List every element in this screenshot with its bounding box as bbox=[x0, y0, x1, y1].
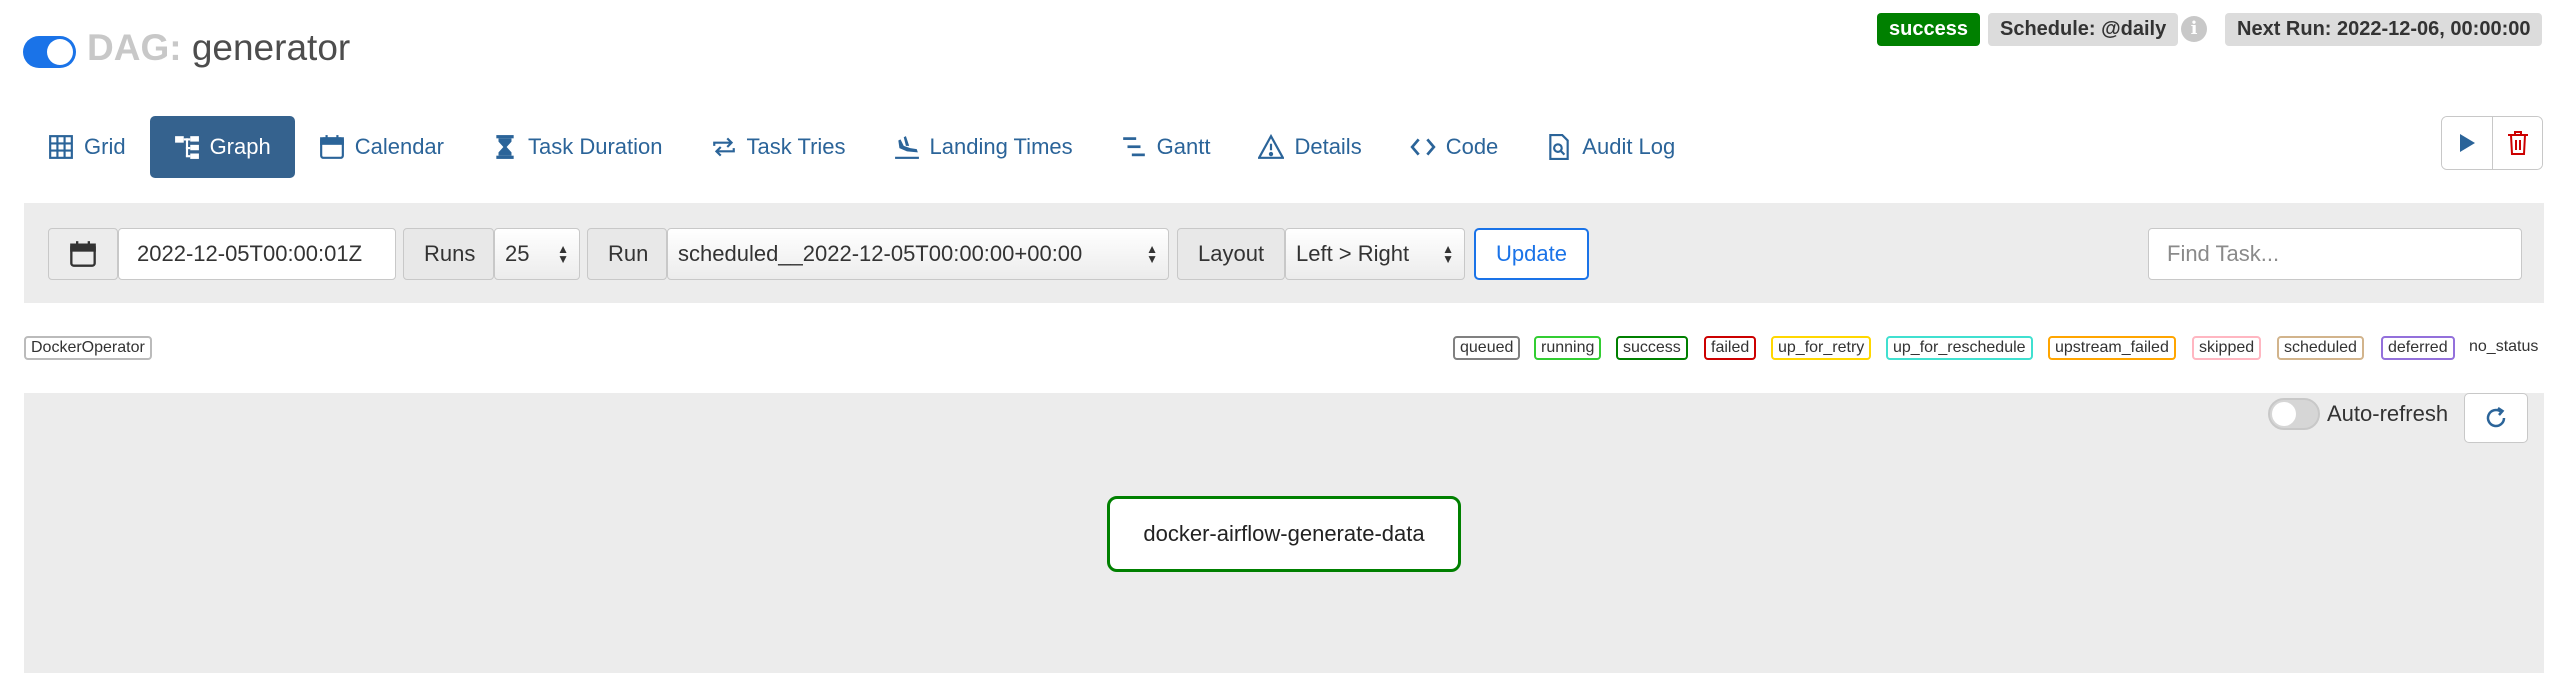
calendar-icon bbox=[70, 241, 96, 267]
landing-icon bbox=[894, 136, 919, 159]
operator-legend-docker: DockerOperator bbox=[24, 336, 152, 360]
state-legend-running[interactable]: running bbox=[1534, 336, 1602, 360]
tab-label: Details bbox=[1294, 134, 1362, 159]
tab-graph[interactable]: Graph bbox=[149, 116, 295, 178]
graph-controls: 2022-12-05T00:00:01Z Runs 25 ▲ ▼ Run sche… bbox=[24, 203, 2544, 303]
state-legend-queued[interactable]: queued bbox=[1453, 336, 1521, 360]
tab-label: Task Tries bbox=[746, 134, 846, 159]
date-picker-button[interactable] bbox=[48, 228, 118, 280]
state-legend-up-for-reschedule[interactable]: up_for_reschedule bbox=[1886, 336, 2033, 360]
runs-select[interactable]: 25 ▲ ▼ bbox=[494, 228, 580, 280]
gantt-icon bbox=[1122, 137, 1145, 157]
tab-code[interactable]: Code bbox=[1386, 116, 1523, 178]
retry-icon bbox=[712, 137, 735, 157]
state-legend-failed[interactable]: failed bbox=[1704, 336, 1757, 360]
tab-label: Landing Times bbox=[929, 134, 1073, 159]
auto-refresh-label: Auto-refresh bbox=[2327, 401, 2449, 426]
tab-grid[interactable]: Grid bbox=[24, 116, 150, 178]
state-legend-upstream-failed[interactable]: upstream_failed bbox=[2048, 336, 2176, 360]
tab-label: Grid bbox=[84, 134, 126, 159]
warning-triangle-icon bbox=[1258, 134, 1285, 159]
dag-active-toggle[interactable] bbox=[23, 36, 76, 68]
tab-landing-times[interactable]: Landing Times bbox=[870, 116, 1097, 178]
run-value: scheduled__2022-12-05T00:00:00+00:00 bbox=[678, 241, 1083, 266]
tab-label: Code bbox=[1445, 134, 1499, 159]
state-legend-success[interactable]: success bbox=[1616, 336, 1688, 360]
auto-refresh-toggle[interactable] bbox=[2268, 398, 2320, 430]
base-date-input[interactable]: 2022-12-05T00:00:01Z bbox=[118, 228, 396, 280]
state-legend-deferred[interactable]: deferred bbox=[2381, 336, 2455, 360]
find-task-input[interactable]: Find Task... bbox=[2148, 228, 2522, 280]
tab-task-tries[interactable]: Task Tries bbox=[687, 116, 870, 178]
refresh-button[interactable] bbox=[2464, 393, 2528, 443]
state-legend-up-for-retry[interactable]: up_for_retry bbox=[1771, 336, 1872, 360]
audit-log-icon bbox=[1549, 134, 1570, 160]
trash-icon bbox=[2507, 131, 2528, 155]
play-icon bbox=[2460, 134, 2475, 152]
graph-icon bbox=[174, 136, 199, 159]
hourglass-icon bbox=[496, 135, 514, 159]
tab-label: Gantt bbox=[1156, 134, 1211, 159]
tab-calendar[interactable]: Calendar bbox=[295, 116, 468, 178]
code-icon bbox=[1410, 138, 1436, 156]
state-legend-skipped[interactable]: skipped bbox=[2192, 336, 2262, 360]
info-icon[interactable]: i bbox=[2181, 16, 2207, 42]
tab-label: Audit Log bbox=[1582, 134, 1676, 159]
tab-label: Task Duration bbox=[528, 134, 663, 159]
delete-dag-button[interactable] bbox=[2492, 117, 2542, 169]
schedule-badge: Schedule: @daily bbox=[1988, 13, 2179, 46]
tab-task-duration[interactable]: Task Duration bbox=[468, 116, 687, 178]
update-button[interactable]: Update bbox=[1474, 228, 1589, 280]
run-label: Run bbox=[587, 228, 667, 280]
dag-nav-tabs: Grid Graph Calendar Task Duration Task T… bbox=[24, 116, 1699, 178]
next-run-badge: Next Run: 2022-12-06, 00:00:00 bbox=[2225, 13, 2543, 46]
tab-label: Graph bbox=[209, 134, 271, 159]
select-arrows-icon: ▲ ▼ bbox=[1146, 242, 1158, 266]
select-arrows-icon: ▲ ▼ bbox=[557, 242, 569, 266]
grid-icon bbox=[49, 135, 73, 159]
layout-label: Layout bbox=[1177, 228, 1285, 280]
state-legend-scheduled[interactable]: scheduled bbox=[2277, 336, 2364, 360]
dag-prefix: DAG: bbox=[87, 27, 182, 68]
calendar-icon bbox=[319, 135, 344, 159]
dag-name: generator bbox=[191, 27, 351, 68]
refresh-icon bbox=[2486, 406, 2506, 428]
tab-details[interactable]: Details bbox=[1234, 116, 1385, 178]
tab-audit-log[interactable]: Audit Log bbox=[1522, 116, 1699, 178]
layout-select[interactable]: Left > Right ▲ ▼ bbox=[1285, 228, 1465, 280]
layout-value: Left > Right bbox=[1296, 241, 1410, 266]
page-title: DAG: generator bbox=[87, 26, 350, 70]
runs-value: 25 bbox=[505, 241, 530, 266]
run-select[interactable]: scheduled__2022-12-05T00:00:00+00:00 ▲ ▼ bbox=[667, 228, 1169, 280]
tab-gantt[interactable]: Gantt bbox=[1097, 116, 1235, 178]
toggle-knob bbox=[2272, 402, 2296, 426]
toggle-knob bbox=[47, 39, 73, 65]
state-legend-no-status[interactable]: no_status bbox=[2469, 338, 2538, 356]
runs-label: Runs bbox=[403, 228, 494, 280]
status-badge: success bbox=[1877, 13, 1980, 46]
tab-label: Calendar bbox=[354, 134, 444, 159]
select-arrows-icon: ▲ ▼ bbox=[1442, 242, 1454, 266]
task-node[interactable]: docker-airflow-generate-data bbox=[1107, 496, 1461, 572]
dag-actions bbox=[2441, 116, 2543, 170]
trigger-dag-button[interactable] bbox=[2442, 117, 2492, 169]
